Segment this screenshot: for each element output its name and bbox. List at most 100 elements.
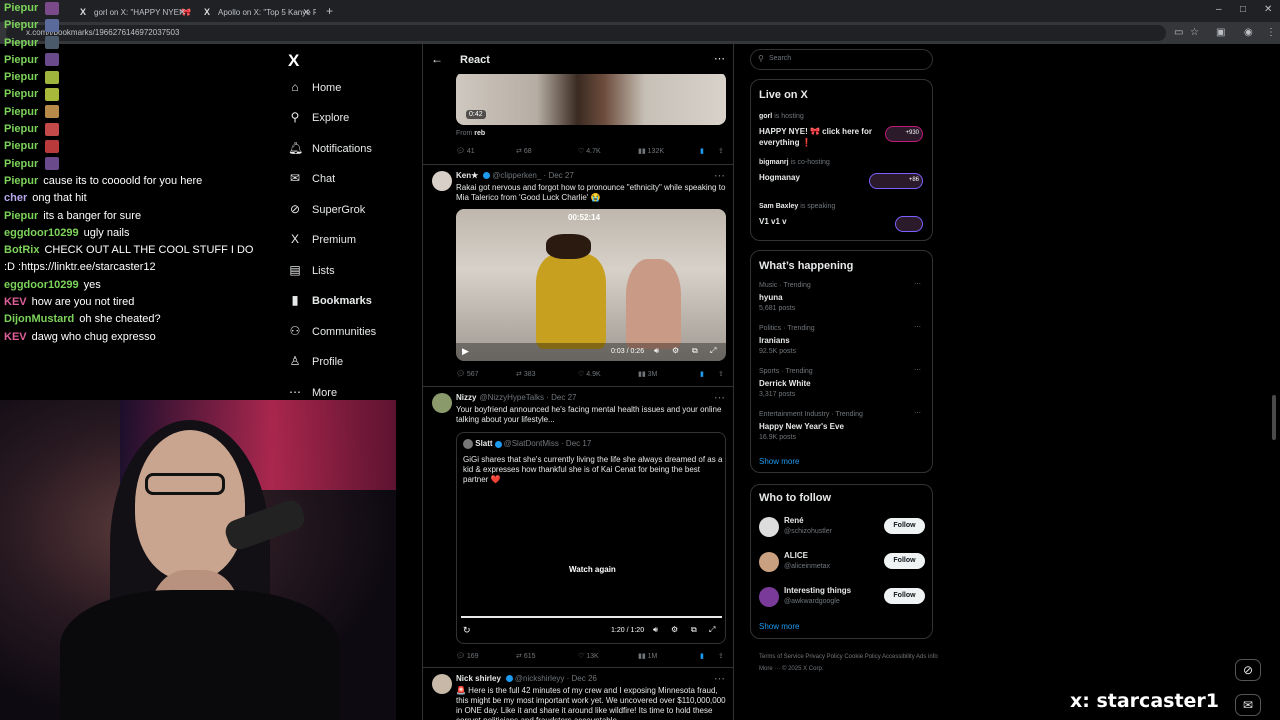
bookmark-icon[interactable]: ▮ [700,370,704,378]
minimize-button[interactable]: – [1216,4,1222,15]
avatar[interactable] [432,171,452,191]
trend-more-icon[interactable]: ⋯ [914,280,921,288]
nav-item-profile[interactable]: ♙ Profile [288,354,344,378]
chat-username[interactable]: Piepur [4,175,38,187]
pip-icon[interactable]: ⧉ [691,625,697,635]
share-icon[interactable]: ⇪ [718,652,724,660]
grok-icon[interactable]: ⊘ [1235,659,1261,681]
chat-username[interactable]: Piepur [4,19,38,31]
follow-button[interactable]: Follow [884,518,925,534]
post-more-icon[interactable]: ⋯ [714,169,725,182]
pip-icon[interactable]: ⧉ [692,346,698,356]
like-button[interactable]: ♡ 4.7K [578,147,601,155]
show-more-link[interactable]: Show more [759,622,799,631]
chat-username[interactable]: eggdoor10299 [4,227,79,239]
x-logo-icon[interactable]: X [288,51,299,71]
footer-links[interactable]: Terms of Service Privacy Policy Cookie P… [759,651,939,675]
profile-icon[interactable]: ◉ [1244,27,1253,38]
nav-item-communities[interactable]: ⚇ Communities [288,324,377,348]
chat-username[interactable]: Piepur [4,140,38,152]
nav-item-home[interactable]: ⌂ Home [288,80,341,104]
cast-icon[interactable]: ▭ [1174,27,1183,38]
extensions-icon[interactable]: ▣ [1216,27,1225,38]
tab-close-icon[interactable]: ✕ [302,7,310,18]
nav-item-bookmarks[interactable]: ▮ Bookmarks [288,293,372,317]
reply-button[interactable]: 💬︎ 41 [456,147,475,155]
trend-more-icon[interactable]: ⋯ [914,323,921,331]
post-video[interactable]: 00:52:14 ▶ 0:03 / 0:26 🔊︎ ⚙ ⧉ ⤢ [456,209,726,361]
nav-item-more[interactable]: ⋯ More [288,385,337,409]
video-progress-bar[interactable] [461,616,722,618]
watch-again-button[interactable]: Watch again [569,565,616,574]
post-nick-shirley[interactable]: Nick shirley @nickshirleyy · Dec 26 ⋯ 🚨 H… [423,667,733,720]
fullscreen-icon[interactable]: ⤢ [710,346,716,356]
nav-item-premium[interactable]: X Premium [288,232,356,256]
star-icon[interactable]: ☆ [1190,27,1199,38]
chat-username[interactable]: Piepur [4,210,38,222]
volume-icon[interactable]: 🔊︎ [654,346,659,356]
follow-button[interactable]: Follow [884,588,925,604]
settings-icon[interactable]: ⚙ [672,346,679,355]
chat-username[interactable]: Piepur [4,123,38,135]
avatar[interactable] [432,674,452,694]
chat-username[interactable]: Piepur [4,54,38,66]
chat-username[interactable]: Piepur [4,158,38,170]
replay-icon[interactable]: ↻ [463,625,471,636]
repost-button[interactable]: ⇄ 68 [516,147,532,155]
avatar[interactable] [432,393,452,413]
messages-icon[interactable]: ✉ [1235,694,1261,716]
trend-more-icon[interactable]: ⋯ [914,366,921,374]
chat-username[interactable]: Piepur [4,2,38,14]
chat-username[interactable]: Piepur [4,106,38,118]
bookmark-icon[interactable]: ▮ [700,652,704,660]
post-ken[interactable]: Ken★ @clipperken_ · Dec 27 ⋯ Rakai got ne… [423,164,733,386]
repost-button[interactable]: ⇄ 615 [516,652,536,660]
chat-username[interactable]: cher [4,192,27,204]
chat-username[interactable]: Piepur [4,88,38,100]
show-more-link[interactable]: Show more [759,457,799,466]
post-nizzy[interactable]: Nizzy @NizzyHypeTalks · Dec 27 ⋯ Your boy… [423,386,733,667]
post-video[interactable]: 0:42 [456,72,726,125]
back-arrow-icon[interactable]: ← [431,52,443,66]
nav-item-chat[interactable]: ✉ Chat [288,171,335,195]
nav-item-lists[interactable]: ▤ Lists [288,263,334,287]
settings-icon[interactable]: ⚙ [671,625,678,634]
chat-username[interactable]: KEV [4,331,27,343]
reply-button[interactable]: 💬︎ 169 [456,652,479,660]
chat-username[interactable]: Piepur [4,37,38,49]
play-icon[interactable]: ▶ [462,346,469,357]
avatar[interactable] [759,517,779,537]
fullscreen-icon[interactable]: ⤢ [709,625,715,635]
menu-icon[interactable]: ⋮ [1266,27,1276,38]
repost-button[interactable]: ⇄ 383 [516,370,536,378]
page-scrollbar[interactable] [1272,395,1276,440]
nav-item-explore[interactable]: ⚲ Explore [288,110,350,134]
avatar[interactable] [759,552,779,572]
post-more-icon[interactable]: ⋯ [714,391,725,404]
chat-username[interactable]: eggdoor10299 [4,279,79,291]
post-more-icon[interactable]: ⋯ [714,672,725,685]
bookmark-icon[interactable]: ▮ [700,147,704,155]
chat-username[interactable]: BotRix [4,244,39,256]
follow-button[interactable]: Follow [884,553,925,569]
close-window-button[interactable]: ✕ [1264,4,1272,15]
chat-username[interactable]: DijonMustard [4,313,74,325]
volume-icon[interactable]: 🔊︎ [653,625,658,635]
avatar[interactable] [759,587,779,607]
share-icon[interactable]: ⇪ [718,147,724,155]
like-button[interactable]: ♡ 4.9K [578,370,601,378]
like-button[interactable]: ♡ 13K [578,652,599,660]
views-stat[interactable]: ▮▮ 132K [638,147,664,155]
maximize-button[interactable]: □ [1240,4,1246,15]
quoted-post[interactable]: Slatt @SlatDontMiss · Dec 17 GiGi shares … [456,432,726,644]
new-tab-button[interactable]: + [326,4,333,18]
nav-item-supergrok[interactable]: ⊘ SuperGrok [288,202,365,226]
views-stat[interactable]: ▮▮ 1M [638,652,657,660]
more-options-icon[interactable]: ⋯ [714,52,725,65]
chat-username[interactable]: KEV [4,296,27,308]
views-stat[interactable]: ▮▮ 3M [638,370,657,378]
search-input[interactable]: ⚲ Search [750,49,933,70]
nav-item-notifications[interactable]: 🔔︎ Notifications [288,141,372,165]
share-icon[interactable]: ⇪ [718,370,724,378]
chat-username[interactable]: Piepur [4,71,38,83]
